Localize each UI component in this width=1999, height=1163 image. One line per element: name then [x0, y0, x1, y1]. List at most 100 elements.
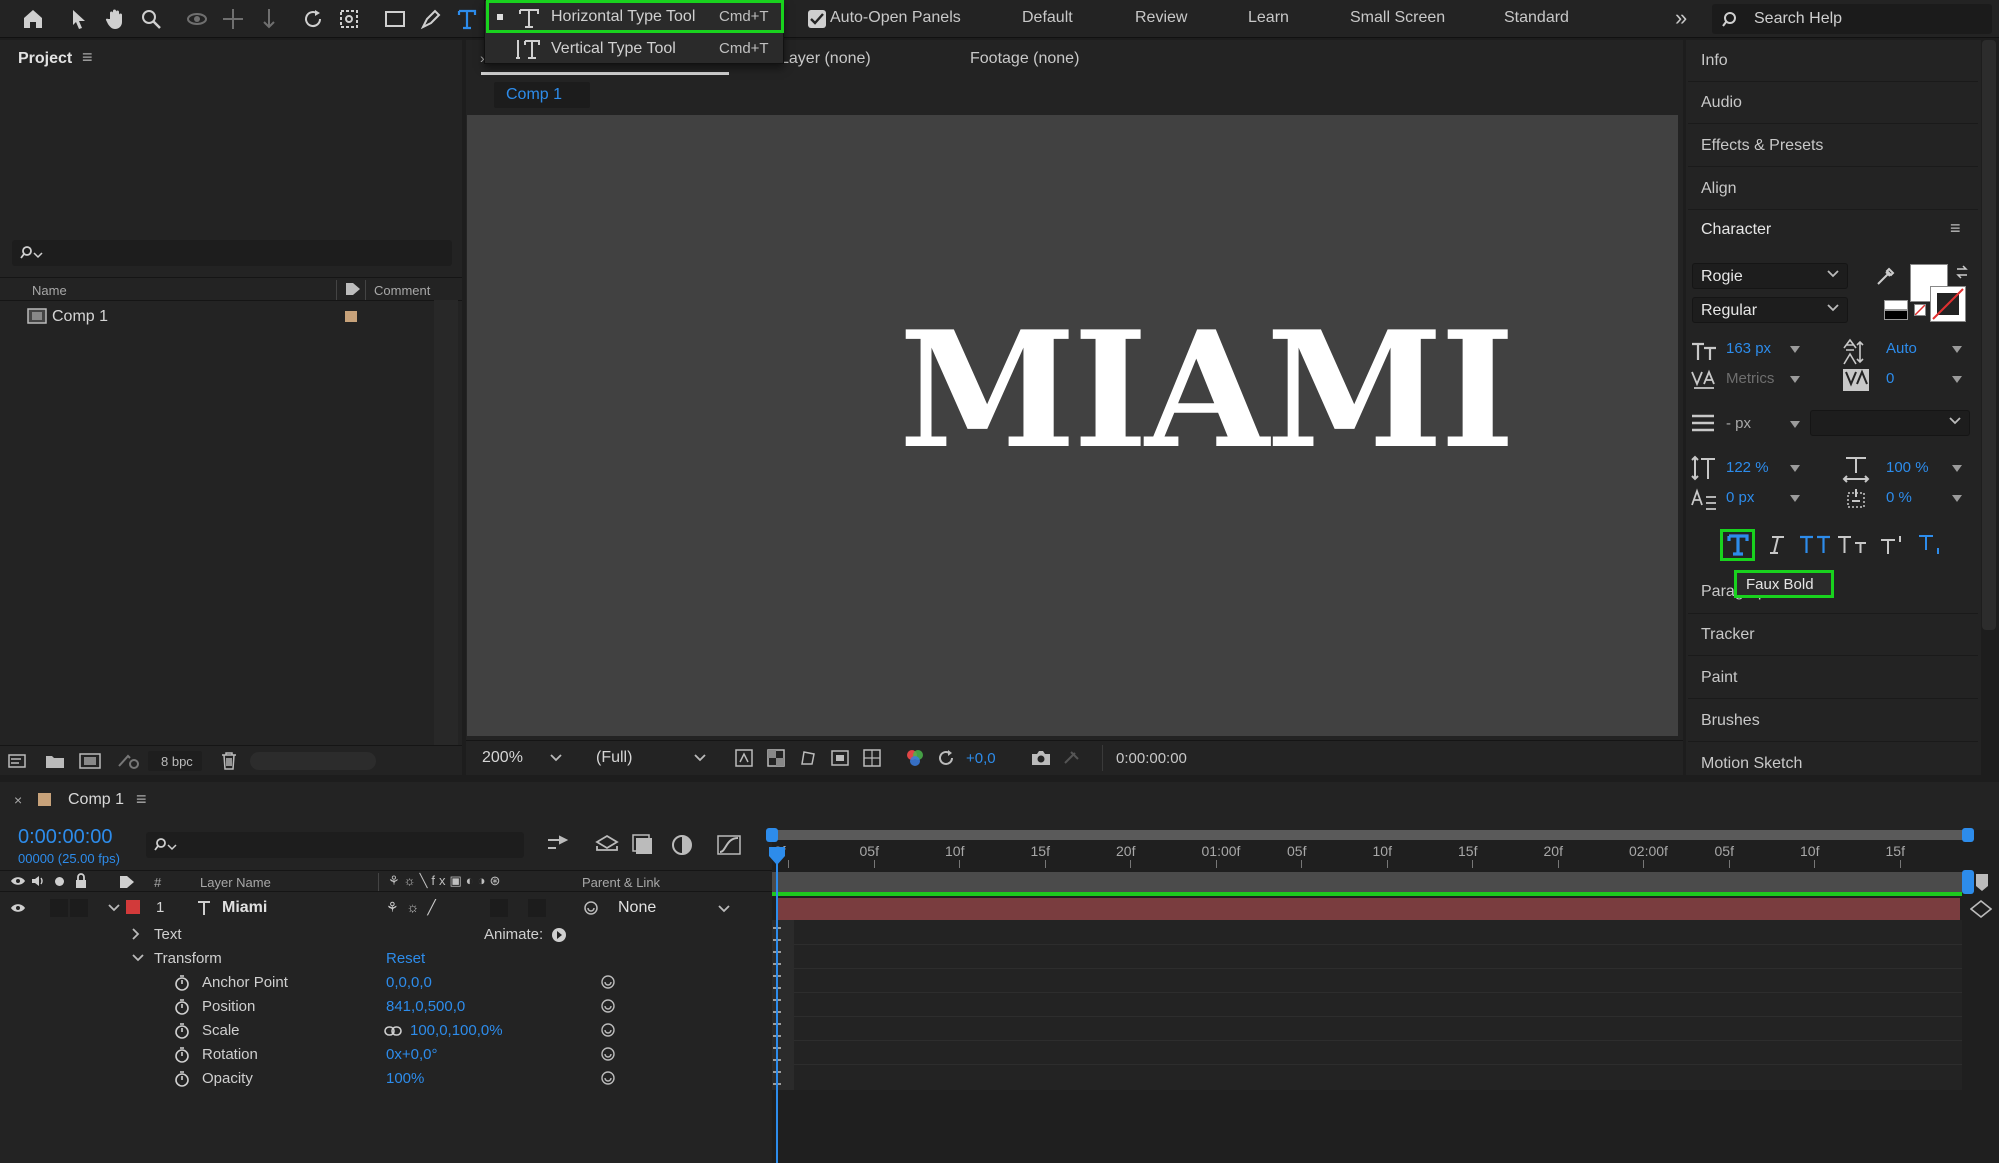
workspace-standard[interactable]: Standard [1504, 9, 1569, 27]
expression-pick-whip-icon[interactable] [600, 1046, 616, 1062]
subscript-button[interactable] [1916, 530, 1948, 560]
layer-name[interactable]: Miami [222, 899, 267, 917]
collapse-transform-chevron-icon[interactable] [132, 954, 144, 962]
work-area-bar[interactable] [772, 830, 1972, 840]
new-composition-icon[interactable] [78, 752, 102, 770]
expression-pick-whip-icon[interactable] [600, 1022, 616, 1038]
stopwatch-icon[interactable] [174, 1070, 190, 1087]
property-value[interactable]: 100,0,100,0% [410, 1022, 503, 1039]
channel-icon[interactable] [904, 747, 926, 769]
project-col-name[interactable]: Name [32, 283, 67, 298]
timeline-menu-icon[interactable]: ≡ [136, 789, 147, 810]
expression-pick-whip-icon[interactable] [600, 1070, 616, 1086]
snapshot-camera-icon[interactable] [1030, 748, 1052, 768]
layer-row-miami[interactable]: 1 Miami ⚘☼╱ None [0, 896, 772, 920]
font-style-dropdown[interactable]: Regular [1692, 297, 1848, 323]
layer-duration-bar[interactable] [778, 898, 1960, 920]
workspace-default[interactable]: Default [1022, 9, 1073, 27]
tsume-dropdown-arrow[interactable] [1952, 495, 1962, 502]
set-white-swatch[interactable] [1884, 300, 1908, 310]
dolly-camera-icon[interactable] [254, 4, 284, 34]
timeline-search-input[interactable] [146, 832, 524, 858]
rectangle-tool-icon[interactable] [380, 4, 410, 34]
panel-effects-presets[interactable]: Effects & Presets [1688, 125, 1978, 167]
out-point-handle[interactable] [1962, 870, 1974, 894]
project-search-input[interactable] [12, 240, 452, 266]
panel-tracker[interactable]: Tracker [1688, 614, 1978, 656]
hand-tool-icon[interactable] [100, 4, 130, 34]
transparency-grid-icon[interactable] [766, 748, 786, 768]
transform-group[interactable]: Transform [154, 950, 222, 967]
auto-open-panels-checkbox[interactable] [808, 10, 826, 28]
panel-paint[interactable]: Paint [1688, 657, 1978, 699]
text-property-group[interactable]: Text [154, 926, 182, 943]
comp-breadcrumb[interactable]: Comp 1 [494, 82, 590, 108]
font-size-dropdown-arrow[interactable] [1790, 346, 1800, 353]
leading-value[interactable]: Auto [1886, 340, 1917, 357]
frame-blending-icon[interactable] [670, 834, 694, 856]
horizontal-scale-value[interactable]: 100 % [1886, 459, 1929, 476]
expression-pick-whip-icon[interactable] [600, 998, 616, 1014]
trash-icon[interactable] [220, 751, 238, 771]
stopwatch-icon[interactable] [174, 974, 190, 991]
mask-visibility-icon[interactable] [798, 748, 818, 768]
workspace-learn[interactable]: Learn [1248, 9, 1289, 27]
close-tab-icon[interactable]: × [14, 792, 22, 808]
col-parent-link[interactable]: Parent & Link [582, 875, 660, 890]
baseline-shift-value[interactable]: 0 px [1726, 489, 1754, 506]
panel-align[interactable]: Align [1688, 168, 1978, 210]
stroke-style-dropdown[interactable] [1810, 410, 1970, 436]
character-menu-icon[interactable]: ≡ [1950, 218, 1961, 239]
comp-marker-bin-icon[interactable] [1974, 872, 1990, 892]
stroke-width-value[interactable]: - px [1726, 415, 1751, 432]
stopwatch-icon[interactable] [174, 1046, 190, 1063]
constrain-proportions-link-icon[interactable] [384, 1026, 402, 1036]
menu-item-vertical-type-tool[interactable]: Vertical Type Tool Cmd+T [485, 33, 785, 65]
hide-shy-layers-icon[interactable] [632, 834, 656, 856]
property-value[interactable]: 841,0,500,0 [386, 998, 465, 1015]
viewer-timecode[interactable]: 0:00:00:00 [1116, 750, 1187, 767]
show-snapshot-icon[interactable] [1062, 748, 1082, 768]
col-layer-name[interactable]: Layer Name [200, 875, 271, 890]
parent-link-dropdown[interactable]: None [608, 897, 736, 919]
tab-layer[interactable]: Layer (none) [780, 50, 871, 68]
stroke-color-swatch[interactable] [1930, 286, 1966, 322]
draft-3d-icon[interactable] [594, 834, 620, 856]
resolution-dropdown[interactable]: (Full) [586, 745, 712, 771]
reset-exposure-icon[interactable] [936, 748, 956, 768]
panel-motion-sketch[interactable]: Motion Sketch [1688, 743, 1978, 785]
layer-label-color[interactable] [126, 900, 140, 914]
comp-flowchart-icon[interactable] [546, 834, 572, 856]
panel-brushes[interactable]: Brushes [1688, 700, 1978, 742]
grid-guides-icon[interactable] [862, 748, 882, 768]
set-black-swatch[interactable] [1884, 310, 1908, 320]
selection-tool-icon[interactable] [64, 4, 94, 34]
label-color-swatch[interactable] [345, 311, 357, 322]
vertical-scale-dropdown-arrow[interactable] [1790, 465, 1800, 472]
expand-text-chevron-icon[interactable] [132, 928, 140, 940]
workspace-review[interactable]: Review [1135, 9, 1187, 27]
stroke-width-dropdown-arrow[interactable] [1790, 421, 1800, 428]
interpret-footage-icon[interactable] [7, 752, 31, 770]
leading-dropdown-arrow[interactable] [1952, 346, 1962, 353]
kerning-value[interactable]: Metrics [1726, 370, 1774, 387]
label-tag-icon[interactable] [118, 874, 136, 890]
baseline-shift-dropdown-arrow[interactable] [1790, 495, 1800, 502]
miami-text-layer[interactable]: MIAMI [899, 310, 1515, 470]
transform-reset-link[interactable]: Reset [386, 950, 425, 967]
character-panel-title[interactable]: Character [1701, 221, 1771, 239]
all-caps-button[interactable] [1797, 530, 1833, 560]
right-panel-scrollbar[interactable] [1982, 40, 1996, 630]
small-caps-button[interactable] [1835, 530, 1871, 560]
pan-camera-icon[interactable] [218, 4, 248, 34]
faux-italic-button[interactable] [1760, 530, 1792, 560]
magnification-dropdown[interactable]: 200% [472, 745, 570, 771]
swap-colors-icon[interactable] [1954, 264, 1970, 280]
layer-solo-marker-icon[interactable] [1970, 900, 1992, 918]
tsume-value[interactable]: 0 % [1886, 489, 1912, 506]
animate-menu-icon[interactable] [551, 927, 567, 943]
current-time-indicator-line[interactable] [776, 864, 778, 1163]
panel-info[interactable]: Info [1688, 40, 1978, 82]
pen-tool-icon[interactable] [416, 4, 446, 34]
region-of-interest-icon[interactable] [830, 748, 850, 768]
